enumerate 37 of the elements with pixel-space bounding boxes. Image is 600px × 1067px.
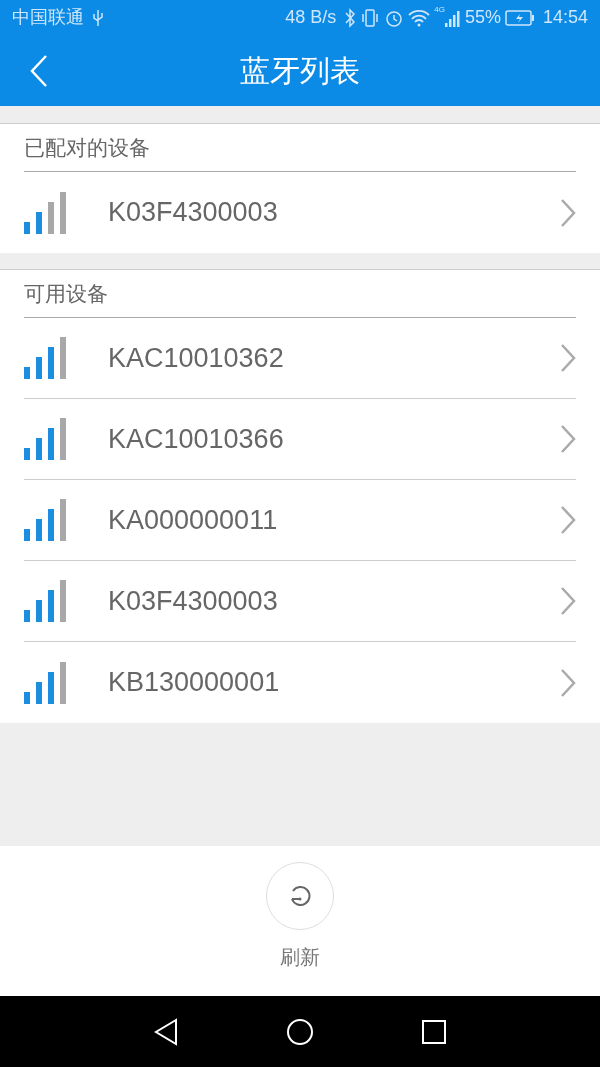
speed-text: 48 B/s [285,6,337,29]
recents-nav-icon[interactable] [420,1018,447,1045]
chevron-right-icon [560,505,576,535]
wifi-icon [408,8,431,27]
carrier-text: 中国联通 [12,6,84,29]
network-text: 4G [434,4,445,16]
device-name: KB130000001 [108,666,281,700]
device-row[interactable]: K03F4300003 [24,172,576,253]
refresh-label: 刷新 [280,945,320,970]
device-row[interactable]: KAC10010366 [24,399,576,480]
device-name: KAC10010362 [108,341,285,375]
chevron-right-icon [560,667,576,698]
back-nav-icon[interactable] [153,1017,180,1046]
chevron-right-icon [560,343,576,373]
device-name: K03F4300003 [108,196,279,230]
device-row[interactable]: KA000000011 [24,480,576,561]
usb-icon [92,8,104,27]
chevron-right-icon [560,586,576,616]
device-name: KA000000011 [108,503,279,537]
page-title: 蓝牙列表 [240,53,360,89]
device-row[interactable]: K03F4300003 [24,561,576,642]
battery-text: 55% [464,6,501,29]
bluetooth-icon [344,7,357,28]
vibrate-icon [360,7,381,28]
device-row[interactable]: KAC10010362 [24,318,576,399]
clock-text: 14:54 [542,6,588,29]
section-header: 可用设备 [24,280,108,307]
device-row[interactable]: KB130000001 [24,642,576,723]
back-icon [30,53,48,88]
battery-icon [504,9,535,26]
home-nav-icon[interactable] [286,1017,314,1046]
chevron-right-icon [560,424,576,454]
device-name: KAC10010366 [108,422,285,456]
device-name: K03F4300003 [108,584,279,618]
section-header: 已配对的设备 [24,134,150,161]
cell-signal-icon [444,8,461,27]
chevron-right-icon [560,197,576,228]
